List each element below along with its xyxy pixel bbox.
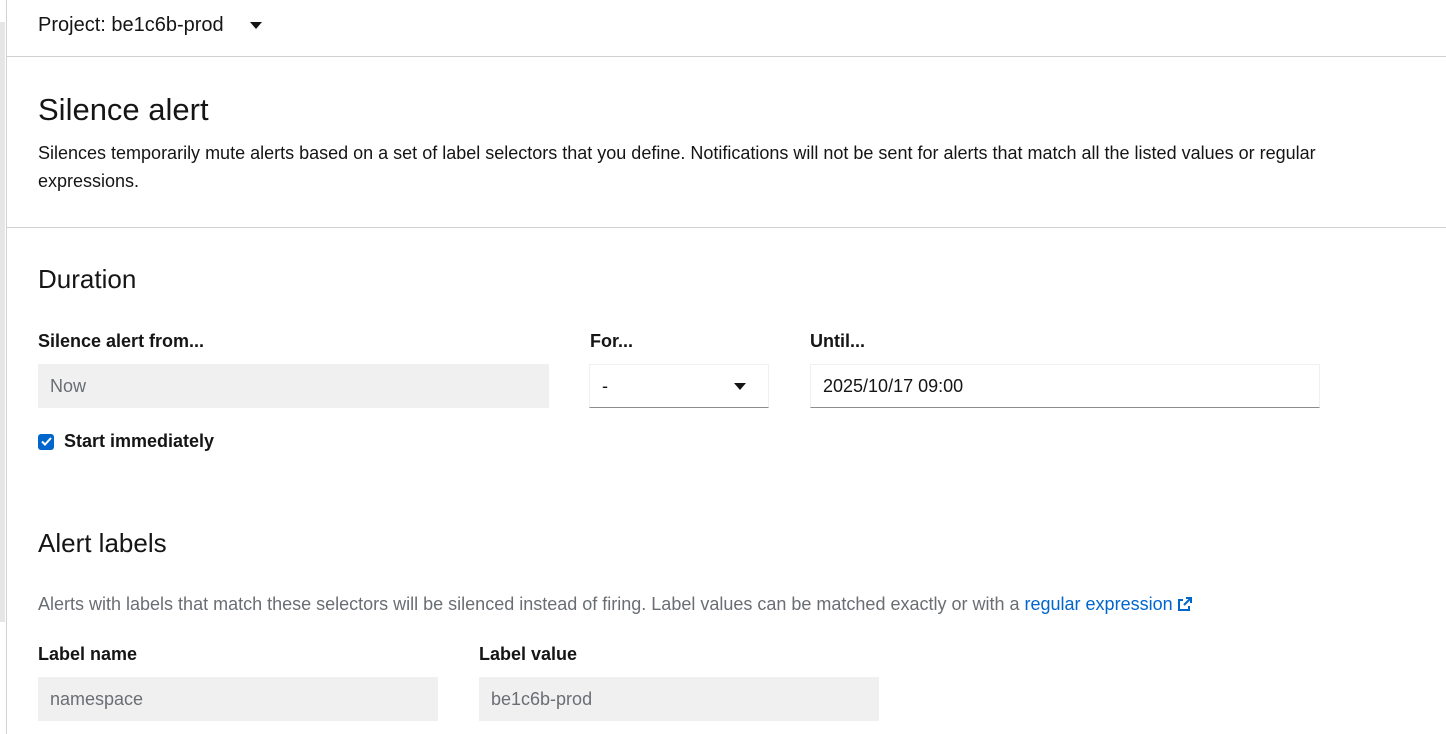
label-name-header: Label name <box>38 644 138 664</box>
project-bar: Project: be1c6b-prod <box>6 0 1446 57</box>
label-value-header: Label value <box>479 644 578 664</box>
regular-expression-link-text: regular expression <box>1024 594 1173 614</box>
page-title: Silence alert <box>38 92 209 127</box>
until-value: 2025/10/17 09:00 <box>823 375 964 396</box>
external-link-icon <box>1177 597 1192 611</box>
alert-labels-help: Alerts with labels that match these sele… <box>38 594 1193 615</box>
alert-labels-help-text: Alerts with labels that match these sele… <box>38 594 1025 614</box>
silence-from-value: Now <box>50 375 87 396</box>
duration-section-title: Duration <box>38 264 137 294</box>
until-label: Until... <box>810 331 865 351</box>
label-name-input: namespace <box>38 677 438 721</box>
project-label: Project: be1c6b-prod <box>38 14 224 36</box>
label-value-input: be1c6b-prod <box>479 677 879 721</box>
page-header: Silence alert Silences temporarily mute … <box>6 58 1446 228</box>
for-label: For... <box>590 331 634 351</box>
for-duration-select[interactable]: - <box>589 364 769 408</box>
caret-down-icon <box>734 383 746 390</box>
label-value-value: be1c6b-prod <box>491 688 593 709</box>
until-input[interactable]: 2025/10/17 09:00 <box>810 364 1320 408</box>
silence-from-label: Silence alert from... <box>38 331 205 351</box>
regular-expression-link[interactable]: regular expression <box>1025 594 1193 614</box>
start-immediately-label: Start immediately <box>64 431 215 451</box>
start-immediately-row: Start immediately <box>38 431 214 452</box>
start-immediately-checkbox[interactable] <box>38 433 54 450</box>
page-description: Silences temporarily mute alerts based o… <box>38 143 1316 191</box>
silence-from-input: Now <box>38 364 549 408</box>
project-dropdown[interactable]: Project: be1c6b-prod <box>38 14 262 37</box>
caret-down-icon <box>249 22 262 29</box>
for-duration-value: - <box>602 375 608 396</box>
alert-labels-section-title: Alert labels <box>38 528 167 558</box>
rail-scroll-shade <box>0 22 5 622</box>
label-name-value: namespace <box>50 688 144 709</box>
checkmark-icon <box>40 437 52 446</box>
